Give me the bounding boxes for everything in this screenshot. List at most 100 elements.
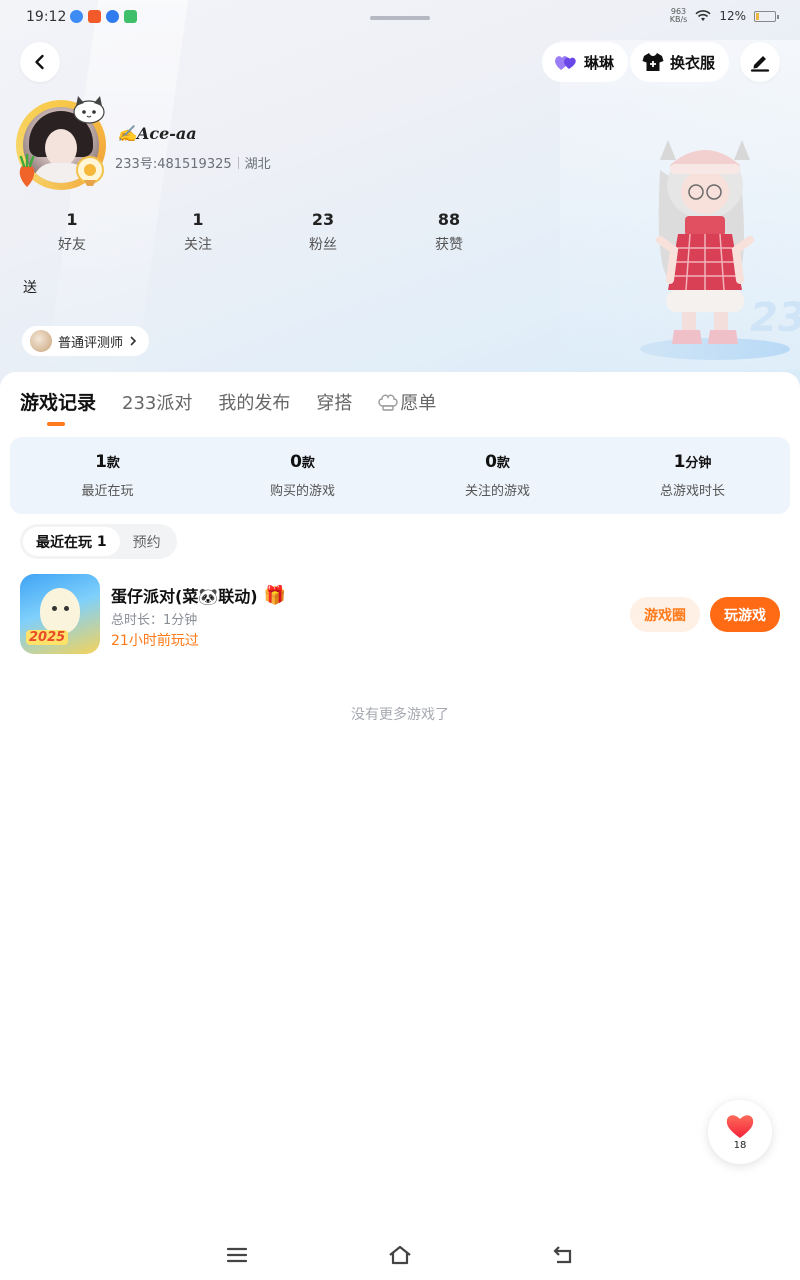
window-drag-handle[interactable] <box>370 16 430 20</box>
stat-value: 1 <box>66 210 78 229</box>
stat-followers[interactable]: 23 粉丝 <box>288 210 358 254</box>
stat-label: 获赞 <box>435 237 463 253</box>
battery-percent: 12% <box>719 9 746 23</box>
game-icon-logo: 2025 <box>26 630 69 645</box>
cat-decoration-icon <box>73 96 105 124</box>
list-item[interactable]: 2025 蛋仔派对(菜🐼联动) 🎁 总时长：1分钟 21小时前玩过 游戏圈 玩游… <box>20 574 780 654</box>
carrot-decoration-icon <box>19 154 35 187</box>
segment-reserved[interactable]: 预约 <box>120 527 174 556</box>
game-stat-value: 1 <box>95 452 107 472</box>
back-button[interactable] <box>20 42 60 82</box>
reviewer-avatar-icon <box>30 330 52 352</box>
game-stat-followed[interactable]: 0款 关注的游戏 <box>400 437 595 514</box>
divider <box>237 156 239 169</box>
chevron-left-icon <box>35 54 44 70</box>
game-stat-value: 1 <box>673 452 686 472</box>
system-navigation-bar <box>0 1230 800 1280</box>
nickname: ✍Ace-aa <box>117 124 197 143</box>
game-stat-label: 关注的游戏 <box>464 484 530 499</box>
game-icon[interactable]: 2025 <box>20 574 100 654</box>
user-id[interactable]: 233号:481519325 <box>115 153 232 172</box>
net-speed: 963 KB/s <box>669 7 688 24</box>
game-stat-unit: 款 <box>496 456 510 471</box>
shopping-app-icon <box>88 10 101 23</box>
game-list-segment: 最近在玩 1 预约 <box>20 524 177 559</box>
game-stat-value: 0 <box>485 452 497 472</box>
stat-label: 关注 <box>184 237 212 253</box>
active-tab-indicator <box>47 422 65 426</box>
chef-hat-icon <box>378 394 399 411</box>
chevron-right-icon <box>130 336 137 346</box>
game-title-line: 蛋仔派对(菜🐼联动) 🎁 <box>111 583 286 607</box>
stat-label: 粉丝 <box>309 237 337 253</box>
game-stat-value: 0 <box>290 452 302 472</box>
character-illustration <box>656 140 754 344</box>
edit-profile-button[interactable] <box>740 42 780 82</box>
stat-friends[interactable]: 1 好友 <box>37 210 107 254</box>
nav-menu-button[interactable] <box>222 1242 252 1268</box>
tab-wishlist[interactable]: 愿单 <box>378 389 436 415</box>
status-notification-icons <box>70 10 137 23</box>
reviewer-badge[interactable]: 普通评测师 <box>22 326 150 356</box>
game-stat-purchased[interactable]: 0款 购买的游戏 <box>205 437 400 514</box>
segment-recent-playing[interactable]: 最近在玩 1 <box>23 527 120 556</box>
stat-value: 1 <box>192 210 204 229</box>
stat-likes[interactable]: 88 获赞 <box>414 210 484 254</box>
status-time: 19:12 <box>26 9 67 25</box>
tab-outfits[interactable]: 穿搭 <box>316 389 352 415</box>
stat-label: 好友 <box>58 237 86 253</box>
game-last-played: 21小时前玩过 <box>111 633 199 649</box>
tab-233-party[interactable]: 233派对 <box>122 389 192 415</box>
like-count: 18 <box>733 1140 747 1151</box>
no-more-games-text: 没有更多游戏了 <box>351 707 449 723</box>
egg-flower-decoration-icon <box>76 156 104 186</box>
chat-app-icon <box>70 10 83 23</box>
status-bar: 19:12 963 KB/s 12% <box>0 0 800 34</box>
play-app-icon <box>124 10 137 23</box>
tab-wishlist-label: 愿单 <box>400 392 437 414</box>
game-stat-total-time[interactable]: 1分钟 总游戏时长 <box>595 437 790 514</box>
game-stat-unit: 款 <box>106 456 120 471</box>
status-right-group: 963 KB/s 12% <box>669 7 779 24</box>
home-icon <box>389 1245 411 1265</box>
heart-icon <box>726 1115 754 1138</box>
wifi-icon <box>695 10 711 21</box>
avatar-character-figure[interactable]: 233 <box>630 130 800 370</box>
partner-button[interactable]: 琳琳 <box>542 42 629 82</box>
stat-following[interactable]: 1 关注 <box>163 210 233 254</box>
profile-tabs: 游戏记录 233派对 我的发布 穿搭 愿单 <box>20 388 462 415</box>
gift-icon: 🎁 <box>263 584 286 606</box>
play-game-button[interactable]: 玩游戏 <box>710 597 780 632</box>
tab-game-records[interactable]: 游戏记录 <box>20 388 96 415</box>
profile-signature: 送 <box>23 280 37 296</box>
stat-value: 88 <box>437 210 461 229</box>
nav-home-button[interactable] <box>385 1242 415 1268</box>
game-stat-label: 总游戏时长 <box>659 484 725 499</box>
game-stat-unit: 款 <box>301 456 315 471</box>
floating-like-button[interactable]: 18 <box>708 1100 772 1164</box>
game-stat-recent[interactable]: 1款 最近在玩 <box>10 437 205 514</box>
uid-line: 233号:481519325 湖北 <box>115 153 271 172</box>
change-outfit-button[interactable]: 换衣服 <box>630 42 730 82</box>
game-title: 蛋仔派对(菜🐼联动) <box>111 587 258 606</box>
menu-icon <box>226 1247 248 1263</box>
nav-back-button[interactable] <box>548 1242 578 1268</box>
partner-label: 琳琳 <box>584 53 615 72</box>
tab-my-posts[interactable]: 我的发布 <box>218 389 290 415</box>
stat-value: 23 <box>311 210 335 229</box>
tshirt-icon <box>642 53 664 71</box>
back-arrow-icon <box>553 1246 572 1264</box>
game-stat-label: 最近在玩 <box>81 484 134 499</box>
game-duration: 总时长：1分钟 <box>111 613 198 628</box>
game-circle-button[interactable]: 游戏圈 <box>630 597 700 632</box>
flower-app-icon <box>106 10 119 23</box>
game-stat-label: 购买的游戏 <box>269 484 335 499</box>
location: 湖北 <box>244 157 271 172</box>
game-stat-unit: 分钟 <box>685 456 712 471</box>
edit-pen-icon <box>750 56 770 72</box>
game-stats-panel: 1款 最近在玩 0款 购买的游戏 0款 关注的游戏 1分钟 总游戏时长 <box>10 437 790 514</box>
change-outfit-label: 换衣服 <box>670 53 716 72</box>
double-heart-icon <box>555 56 576 70</box>
battery-icon <box>754 10 779 22</box>
badge-label: 普通评测师 <box>58 335 124 351</box>
